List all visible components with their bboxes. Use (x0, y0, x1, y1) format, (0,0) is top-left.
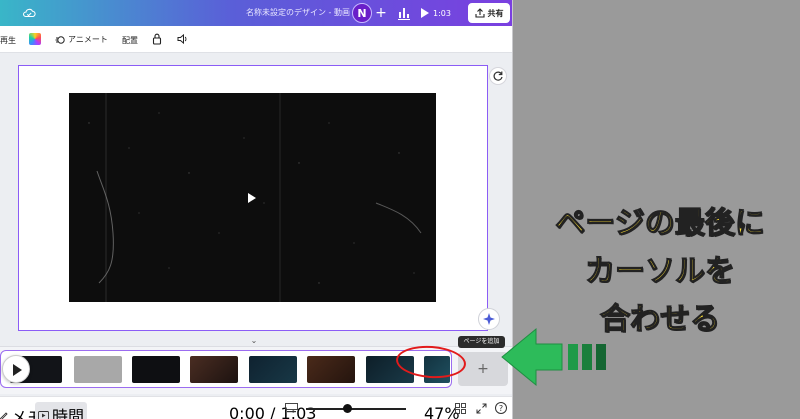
help-button[interactable]: ? (495, 402, 507, 414)
document-title[interactable]: 名称未設定のデザイン - 動画 (246, 7, 350, 18)
notes-icon (0, 411, 8, 419)
play-icon (421, 8, 429, 18)
video-element[interactable] (69, 93, 436, 302)
timer-button[interactable]: 時間 (35, 402, 88, 419)
present-play-button[interactable]: 1:03 (420, 4, 451, 22)
fullscreen-icon[interactable] (476, 403, 487, 414)
green-arrow-icon (501, 327, 606, 387)
share-button[interactable]: 共有 (468, 3, 510, 23)
add-page-tooltip: ページを追加 (458, 336, 505, 348)
animate-label: アニメート (68, 35, 108, 44)
magic-assistant-button[interactable] (478, 308, 500, 330)
timer-label: 時間 (52, 407, 85, 419)
insights-chart-icon[interactable] (396, 4, 412, 22)
animate-icon (55, 35, 65, 44)
zoom-slider-handle[interactable] (343, 404, 352, 413)
timeline-clip-thumbnail[interactable] (307, 356, 355, 383)
animate-button[interactable]: アニメート (55, 34, 108, 45)
grid-view-icon[interactable] (455, 403, 466, 414)
share-label: 共有 (487, 8, 504, 18)
timeline-play-button[interactable] (2, 355, 30, 383)
annotation-line-1: ページの最後に (555, 205, 766, 241)
playback-button[interactable]: 再生 (0, 35, 16, 46)
add-collaborator-button[interactable]: + (374, 5, 388, 21)
video-timer-icon (38, 410, 49, 419)
lock-icon[interactable] (152, 33, 162, 45)
page-view-icon[interactable] (285, 403, 298, 413)
timeline-clip-thumbnail[interactable] (249, 356, 297, 383)
avatar[interactable]: N (352, 3, 372, 23)
timeline-clip-thumbnail[interactable] (74, 356, 122, 383)
play-duration: 1:03 (433, 8, 451, 18)
zoom-slider[interactable] (306, 408, 406, 410)
editor-window: 名称未設定のデザイン - 動画 N + 1:03 共有 再生 アニメート 配置 (0, 0, 513, 419)
chevron-down-icon[interactable]: ⌄ (246, 336, 262, 346)
sparkle-icon (483, 313, 495, 325)
cloud-sync-icon[interactable] (22, 6, 36, 20)
upload-icon (474, 8, 485, 18)
annotation-line-2: カーソルを (584, 253, 735, 289)
time-display: 0:00 / 1:03 (229, 404, 317, 419)
timeline-clip-thumbnail[interactable] (190, 356, 238, 383)
volume-icon[interactable] (177, 33, 189, 45)
position-button[interactable]: 配置 (122, 35, 138, 46)
regenerate-button[interactable] (489, 67, 507, 85)
timeline-clip-thumbnail[interactable] (132, 356, 180, 383)
refresh-icon (493, 71, 503, 81)
top-bar: 名称未設定のデザイン - 動画 N + 1:03 共有 (0, 0, 512, 26)
color-palette-icon[interactable] (29, 33, 41, 45)
video-play-icon[interactable] (248, 193, 256, 203)
